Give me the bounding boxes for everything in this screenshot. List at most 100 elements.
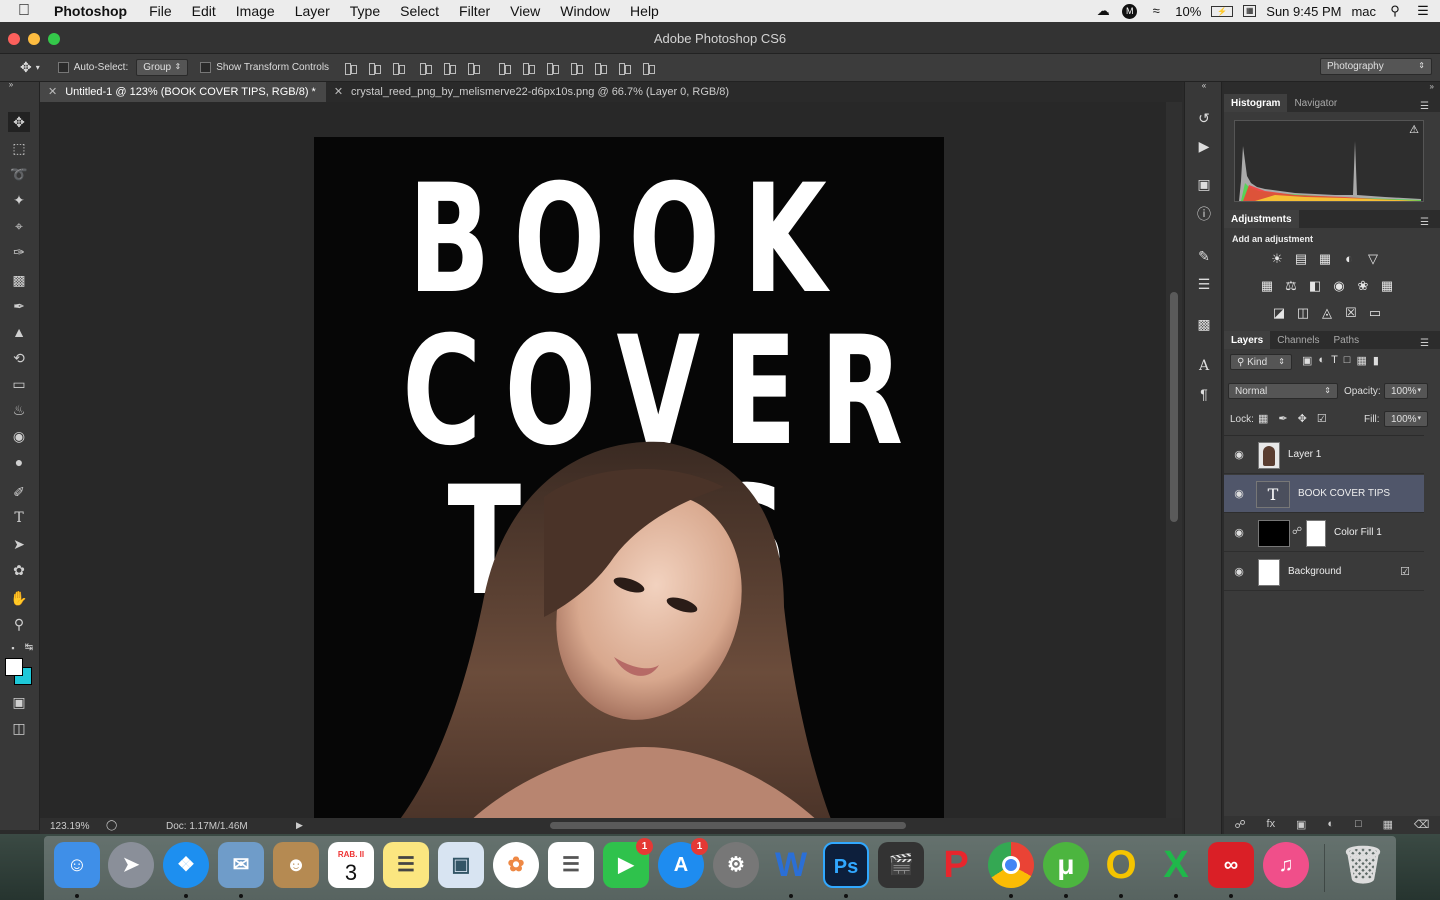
align-horizontal-center-icon[interactable] [440,61,458,75]
menu-window[interactable]: Window [550,3,620,19]
safari-icon[interactable]: ❖ [163,842,209,888]
preview-icon[interactable]: ▣ [438,842,484,888]
utorrent-icon[interactable]: μ [1043,842,1089,888]
final-cut-icon[interactable]: 🎬 [878,842,924,888]
new-group-icon[interactable]: □ [1355,818,1362,832]
visibility-eye-icon[interactable]: ◉ [1232,526,1246,539]
lock-image-icon[interactable]: ✒ [1278,412,1287,425]
notification-center-icon[interactable]: ☰ [1414,4,1432,18]
link-layers-icon[interactable]: ☍ [1234,818,1245,832]
properties-panel-icon[interactable]: ▣ [1194,174,1214,194]
eraser-tool-icon[interactable]: ▭ [8,374,30,394]
vertical-scroll-thumb[interactable] [1170,292,1178,522]
system-preferences-icon[interactable]: ⚙ [713,842,759,888]
clock[interactable]: Sun 9:45 PM [1266,4,1341,19]
layer-filter-kind-dropdown[interactable]: ⚲ Kind ⇕ [1230,354,1292,370]
creative-cloud-icon[interactable]: ∞ [1208,842,1254,888]
close-tab-icon[interactable]: ✕ [334,86,343,98]
warning-icon[interactable]: ⚠ [1409,123,1419,136]
spotlight-icon[interactable]: ⚲ [1386,4,1404,18]
status-info-icon[interactable]: ◯ [106,820,117,831]
link-icon[interactable]: ☍ [1292,526,1302,537]
quick-mask-icon[interactable]: ▣ [8,692,30,712]
transform-controls-checkbox[interactable] [200,61,216,73]
color-balance-icon[interactable]: ⚖ [1282,277,1300,295]
foreground-color-swatch[interactable] [5,658,23,676]
color-lookup-icon[interactable]: ▦ [1378,277,1396,295]
brush-tool-icon[interactable]: ✒ [8,296,30,316]
opera-icon[interactable]: O [1098,842,1144,888]
close-tab-icon[interactable]: ✕ [48,86,57,98]
swap-colors-icon[interactable]: ↹ [18,638,40,658]
layer-row-color-fill-1[interactable]: ◉ ☍ Color Fill 1 [1224,514,1424,552]
chrome-icon[interactable] [988,842,1034,888]
user-name[interactable]: mac [1351,4,1376,19]
tab-paths[interactable]: Paths [1327,331,1367,349]
brush-presets-icon[interactable]: ☰ [1194,274,1214,294]
photoshop-icon[interactable]: Ps [823,842,869,888]
auto-select-checkbox[interactable] [57,61,74,73]
levels-icon[interactable]: ▤ [1292,250,1310,268]
clone-source-icon[interactable]: ▩ [1194,314,1214,334]
magic-wand-tool-icon[interactable]: ✦ [8,190,30,210]
type-filter-icon[interactable]: T [1331,354,1338,367]
fx-icon[interactable]: fx [1267,818,1276,832]
channel-mixer-icon[interactable]: ❀ [1354,277,1372,295]
tab-histogram[interactable]: Histogram [1224,94,1288,112]
paragraph-panel-icon[interactable]: ¶ [1194,384,1214,404]
menu-filter[interactable]: Filter [449,3,500,19]
panel-menu-icon[interactable]: ☰ [1413,213,1436,228]
horizontal-scroll-thumb[interactable] [550,822,906,829]
tab-layers[interactable]: Layers [1224,331,1271,349]
layer-row-book-cover-tips[interactable]: ◉ T BOOK COVER TIPS [1224,475,1424,513]
move-tool-icon[interactable]: ✥ [8,112,30,132]
exposure-icon[interactable]: ◐ [1340,250,1358,268]
marquee-tool-icon[interactable]: ⬚ [8,138,30,158]
pixel-filter-icon[interactable]: ▣ [1302,354,1312,367]
history-brush-tool-icon[interactable]: ⟲ [8,348,30,368]
creative-cloud-status-icon[interactable]: ☁ [1094,4,1112,18]
input-source-icon[interactable]: ▦ [1243,5,1257,17]
invert-icon[interactable]: ◪ [1270,304,1288,322]
layer-name[interactable]: Color Fill 1 [1334,527,1382,538]
hue-saturation-icon[interactable]: ▦ [1258,277,1276,295]
notes-icon[interactable]: ☰ [383,842,429,888]
photos-icon[interactable]: ✿ [493,842,539,888]
lock-all-icon[interactable]: ☑ [1317,412,1327,425]
wifi-icon[interactable]: ≈ [1147,4,1165,18]
tab-channels[interactable]: Channels [1270,331,1326,349]
contacts-icon[interactable]: ☻ [273,842,319,888]
dodge-tool-icon[interactable]: ● [8,452,30,472]
layer-name[interactable]: Background [1288,566,1341,577]
crop-tool-icon[interactable]: ⌖ [8,216,30,236]
clone-stamp-tool-icon[interactable]: ▲ [8,322,30,342]
new-layer-icon[interactable]: ▦ [1383,818,1393,832]
menu-select[interactable]: Select [390,3,449,19]
info-panel-icon[interactable]: ⓘ [1194,204,1214,224]
healing-brush-tool-icon[interactable]: ▩ [8,270,30,290]
layer-row-background[interactable]: ◉ Background ☑ [1224,553,1424,591]
excel-icon[interactable]: X [1153,842,1199,888]
blend-mode-dropdown[interactable]: Normal ⇕ [1228,383,1338,399]
vertical-scrollbar[interactable] [1166,102,1182,818]
menu-file[interactable]: File [139,3,182,19]
auto-select-dropdown[interactable]: Group ⇕ [136,59,189,76]
new-adjustment-icon[interactable]: ◐ [1327,818,1334,832]
launchpad-icon[interactable]: ➤ [108,842,154,888]
distribute-right-icon[interactable] [615,61,633,75]
wps-icon[interactable]: P [933,842,979,888]
workspace-dropdown[interactable]: Photography ⇕ [1320,58,1432,75]
align-left-icon[interactable] [416,61,434,75]
path-selection-tool-icon[interactable]: ➤ [8,534,30,554]
pen-tool-icon[interactable]: ✐ [8,482,30,502]
menu-edit[interactable]: Edit [182,3,226,19]
canvas-area[interactable]: BOOK COVER TIPS [40,102,1166,818]
collapse-right-panels-icon[interactable]: » [1224,82,1440,94]
black-white-icon[interactable]: ◧ [1306,277,1324,295]
visibility-eye-icon[interactable]: ◉ [1232,565,1246,578]
m-status-icon[interactable]: M [1122,3,1138,19]
align-bottom-icon[interactable] [389,61,407,75]
tab-adjustments[interactable]: Adjustments [1224,210,1299,228]
layer-name[interactable]: Layer 1 [1288,449,1321,460]
menu-help[interactable]: Help [620,3,669,19]
